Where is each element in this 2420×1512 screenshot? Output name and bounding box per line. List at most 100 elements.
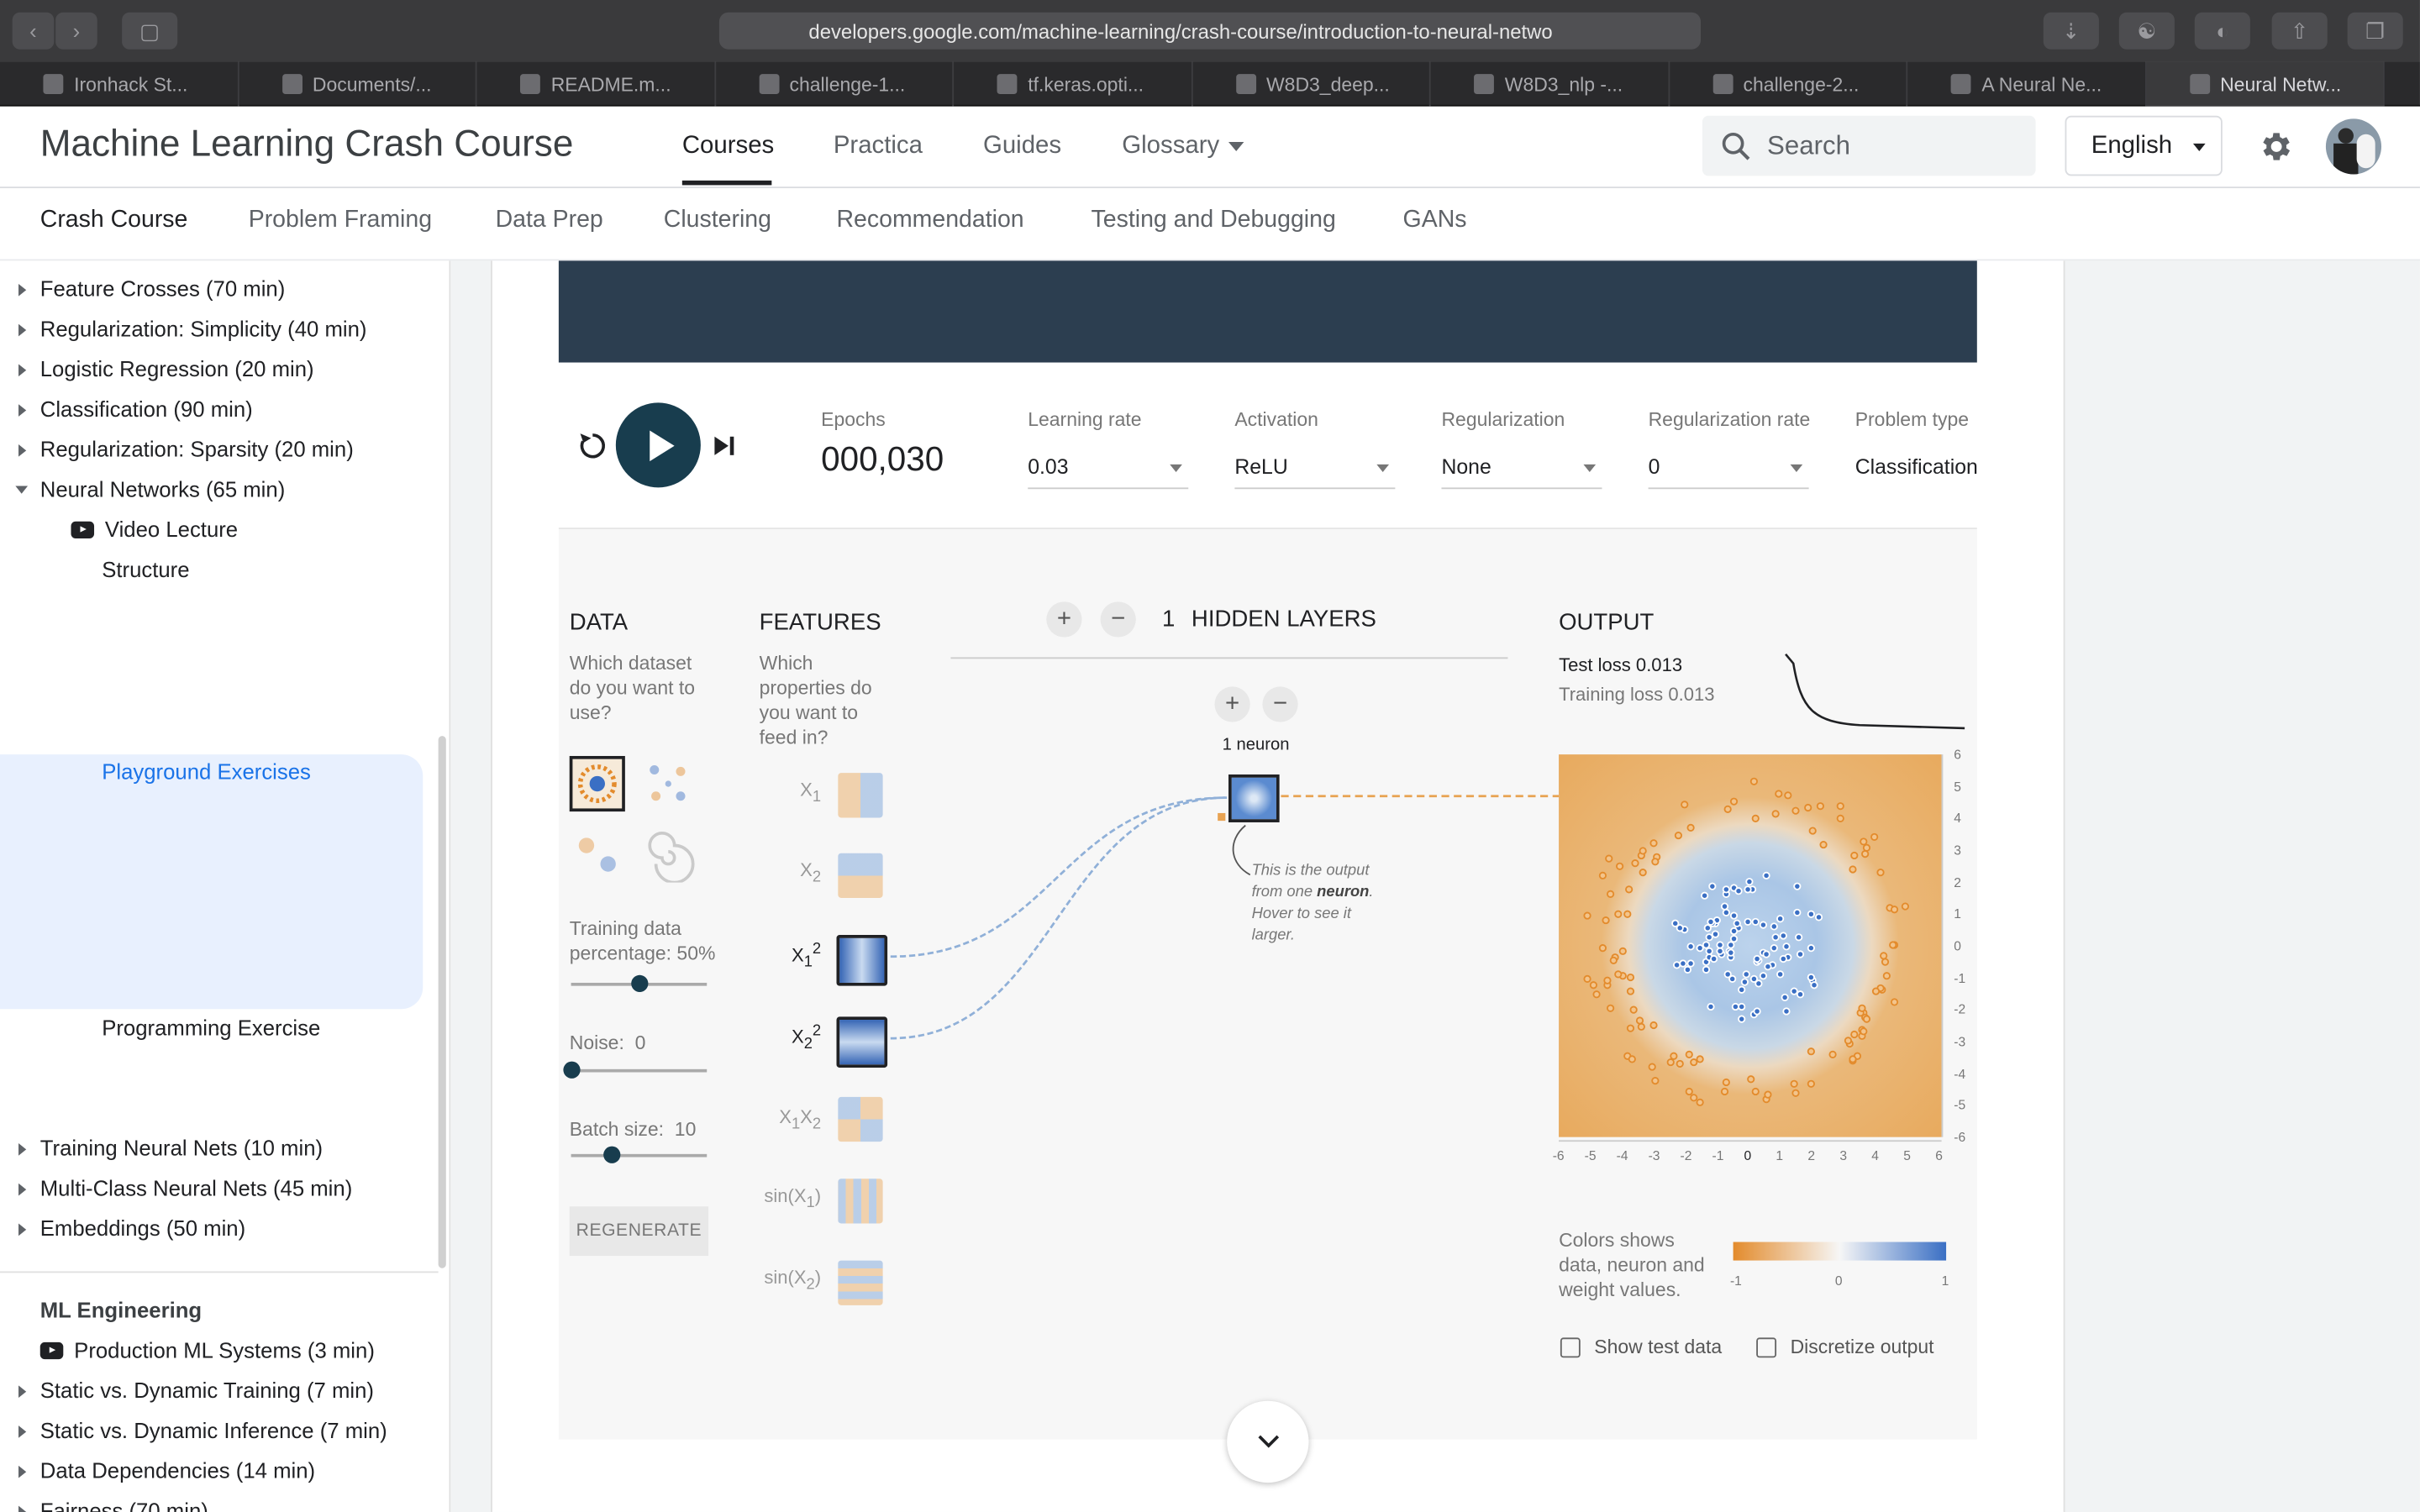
dataset-gauss-thumb[interactable]: [570, 827, 625, 882]
expand-icon: [18, 1223, 27, 1236]
sidebar-item[interactable]: Logistic Regression (20 min): [18, 356, 314, 381]
problem-type-select[interactable]: Classification: [1855, 455, 1977, 489]
x-tick-label: -5: [1584, 1147, 1597, 1163]
share-icon[interactable]: ⇧: [2271, 12, 2328, 50]
browser-tab[interactable]: challenge-2...: [1669, 61, 1908, 107]
feature-x1x2-toggle[interactable]: [838, 1096, 883, 1142]
sidebar-item[interactable]: Feature Crosses (70 min): [18, 276, 285, 301]
browser-tab[interactable]: A Neural Ne...: [1907, 61, 2146, 107]
extension-icon[interactable]: ☯: [2118, 12, 2175, 50]
add-neuron-button[interactable]: +: [1214, 686, 1250, 722]
nav-guides[interactable]: Guides: [983, 133, 1061, 160]
back-button[interactable]: ‹: [12, 12, 55, 50]
subnav-testing-debugging[interactable]: Testing and Debugging: [1092, 207, 1336, 234]
tab-favicon-icon: [519, 74, 540, 95]
dataset-xor-thumb[interactable]: [640, 756, 696, 811]
browser-tab[interactable]: Neural Netw...: [2145, 61, 2385, 107]
subnav-data-prep[interactable]: Data Prep: [496, 207, 603, 234]
y-tick-label: 5: [1954, 778, 1961, 795]
sidebar-scrollbar[interactable]: [438, 736, 446, 1268]
activation-select[interactable]: ReLU: [1234, 455, 1396, 490]
gear-icon[interactable]: [2256, 128, 2293, 165]
site-title[interactable]: Machine Learning Crash Course: [40, 123, 574, 166]
sidebar-item[interactable]: Regularization: Simplicity (40 min): [18, 317, 366, 341]
subnav-gans[interactable]: GANs: [1403, 207, 1467, 234]
nav-glossary[interactable]: Glossary: [1122, 133, 1219, 160]
regularization-select[interactable]: None: [1441, 455, 1602, 490]
sidebar-item-programming[interactable]: Programming Exercise: [102, 1016, 320, 1040]
subnav-crash-course[interactable]: Crash Course: [40, 207, 188, 234]
sidebar-item-playground[interactable]: Playground Exercises: [102, 759, 311, 784]
batch-size-slider[interactable]: [571, 1146, 708, 1163]
sidebar-toggle-icon[interactable]: ▢: [122, 12, 178, 50]
privacy-icon[interactable]: ◐: [2194, 12, 2250, 50]
subnav-recommendation[interactable]: Recommendation: [836, 207, 1023, 234]
search-input[interactable]: Search: [1702, 115, 2036, 176]
bias-marker[interactable]: [1218, 812, 1226, 822]
sidebar-item-production-label: Production ML Systems (3 min): [74, 1337, 375, 1362]
play-button[interactable]: [615, 402, 701, 488]
remove-neuron-button[interactable]: −: [1262, 686, 1298, 722]
sidebar-item[interactable]: Classification (90 min): [18, 396, 253, 421]
feature-sin-x2-toggle[interactable]: [838, 1260, 883, 1305]
nav-practica[interactable]: Practica: [834, 133, 923, 160]
slider-knob[interactable]: [563, 1061, 581, 1079]
feature-x2-toggle[interactable]: [838, 853, 883, 898]
training-data-slider[interactable]: [571, 974, 708, 992]
feature-x1-toggle[interactable]: [838, 773, 883, 818]
sidebar-item[interactable]: Neural Networks (65 min): [15, 477, 285, 501]
avatar[interactable]: [2325, 118, 2382, 175]
add-layer-button[interactable]: +: [1046, 601, 1082, 638]
browser-tab[interactable]: README.m...: [477, 61, 716, 107]
regularization-rate-select[interactable]: 0: [1648, 455, 1809, 490]
browser-tab[interactable]: tf.keras.opti...: [954, 61, 1192, 107]
sidebar-section-heading[interactable]: ML Engineering: [40, 1298, 202, 1322]
forward-button[interactable]: ›: [55, 12, 97, 50]
sidebar-item[interactable]: Regularization: Sparsity (20 min): [18, 437, 354, 461]
dataset-circle-thumb[interactable]: [569, 755, 625, 812]
feature-x1-squared-toggle[interactable]: [836, 935, 888, 986]
download-icon[interactable]: ⇣: [2043, 12, 2099, 50]
discretize-output-checkbox[interactable]: [1756, 1337, 1777, 1358]
noise-slider[interactable]: [563, 1061, 708, 1079]
dataset-spiral-thumb[interactable]: [640, 827, 696, 885]
sidebar-item[interactable]: Data Dependencies (14 min): [18, 1458, 315, 1483]
nav-courses[interactable]: Courses: [682, 133, 774, 160]
neuron-node[interactable]: [1228, 774, 1280, 822]
data-point-orange: [1625, 885, 1634, 893]
step-forward-icon[interactable]: [712, 433, 736, 458]
sidebar-item[interactable]: Embeddings (50 min): [18, 1215, 245, 1241]
show-test-data-checkbox[interactable]: [1560, 1337, 1581, 1358]
data-point-orange: [1607, 890, 1615, 898]
feature-sin-x1-toggle[interactable]: [838, 1179, 883, 1224]
address-bar[interactable]: developers.google.com/machine-learning/c…: [718, 12, 1702, 50]
browser-tab[interactable]: Ironhack St...: [0, 61, 239, 107]
sidebar-item[interactable]: Static vs. Dynamic Training (7 min): [18, 1378, 374, 1403]
browser-tab[interactable]: W8D3_nlp -...: [1431, 61, 1670, 107]
subnav-problem-framing[interactable]: Problem Framing: [249, 207, 432, 234]
remove-layer-button[interactable]: −: [1100, 601, 1136, 638]
feature-x2-squared-toggle[interactable]: [836, 1016, 888, 1068]
sidebar-item[interactable]: Static vs. Dynamic Inference (7 min): [18, 1418, 387, 1442]
sidebar-item-production[interactable]: Production ML Systems (3 min): [39, 1337, 375, 1362]
data-point-blue: [1738, 1015, 1746, 1023]
sidebar-item[interactable]: Fairness (70 min): [18, 1498, 208, 1512]
data-point-blue: [1721, 885, 1730, 893]
tabs-overview-icon[interactable]: ❐: [2347, 12, 2403, 50]
sidebar-item[interactable]: Multi-Class Neural Nets (45 min): [18, 1176, 352, 1200]
browser-tab[interactable]: Documents/...: [239, 61, 477, 107]
language-select[interactable]: English: [2065, 115, 2223, 176]
sidebar-item-structure[interactable]: Structure: [102, 557, 189, 581]
learning-rate-select[interactable]: 0.03: [1028, 455, 1189, 490]
sidebar-item-video-lecture[interactable]: Video Lecture: [71, 517, 238, 542]
data-point-blue: [1737, 985, 1745, 994]
browser-tab[interactable]: challenge-1...: [715, 61, 955, 107]
regenerate-button[interactable]: REGENERATE: [569, 1206, 709, 1257]
subnav-clustering[interactable]: Clustering: [664, 207, 771, 234]
reset-icon[interactable]: [576, 429, 609, 463]
network-connections: [890, 795, 1560, 1040]
scroll-down-button[interactable]: [1227, 1400, 1309, 1483]
slider-knob[interactable]: [631, 974, 649, 992]
sidebar-item[interactable]: Training Neural Nets (10 min): [18, 1136, 323, 1160]
browser-tab[interactable]: W8D3_deep...: [1192, 61, 1431, 107]
